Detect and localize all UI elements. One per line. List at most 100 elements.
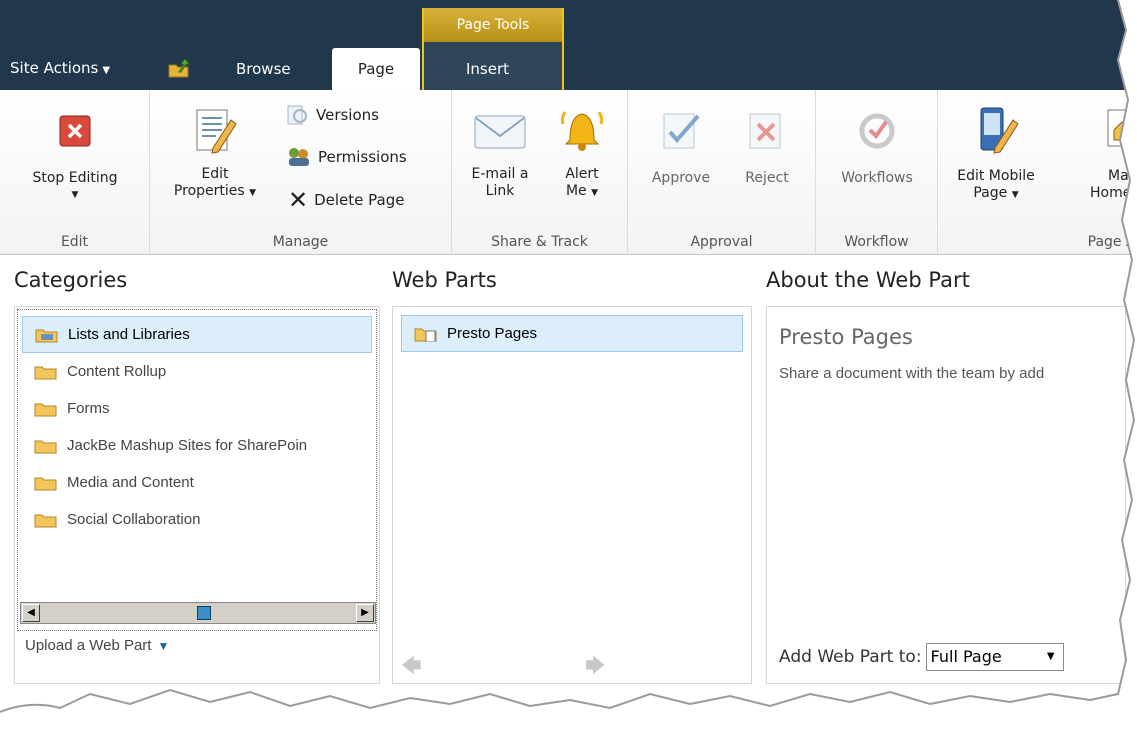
- chevron-down-icon: ▼: [1046, 651, 1055, 662]
- ribbon-group-page-actions: Edit Mobile Page ▼ Ma Home Page Ac: [938, 90, 1137, 254]
- web-part-item[interactable]: Presto Pages: [401, 315, 743, 352]
- versions-button[interactable]: Versions: [286, 104, 379, 126]
- categories-list: Lists and Libraries Content Rollup Forms…: [17, 309, 377, 631]
- category-item[interactable]: Social Collaboration: [22, 501, 372, 538]
- group-label-workflow: Workflow: [844, 234, 909, 250]
- make-homepage-button[interactable]: Ma Home: [1088, 104, 1137, 202]
- top-navigation-bar: Page Tools Site Actions ▼ Browse Page Ins…: [0, 0, 1137, 90]
- chevron-down-icon: ▼: [249, 188, 257, 198]
- alert-label-2: Me: [565, 183, 587, 199]
- folder-icon: [34, 477, 57, 490]
- chevron-down-icon: ▼: [71, 190, 79, 200]
- scroll-thumb[interactable]: [197, 606, 211, 620]
- make-home-label-1: Ma: [1108, 168, 1129, 184]
- category-item[interactable]: Media and Content: [22, 464, 372, 501]
- zone-select-value: Full Page: [930, 647, 1002, 666]
- edit-properties-icon: [196, 109, 237, 154]
- workflows-button[interactable]: Workflows: [824, 108, 930, 187]
- category-label: Media and Content: [67, 474, 194, 491]
- email-icon: [474, 115, 526, 149]
- edit-properties-label-1: Edit: [201, 166, 229, 182]
- folder-icon: [34, 514, 57, 527]
- next-arrow-icon[interactable]: 🡆: [585, 651, 606, 685]
- about-web-part-panel: Presto Pages Share a document with the t…: [766, 306, 1126, 684]
- ribbon-group-edit: Stop Editing ▼ Edit: [0, 90, 150, 254]
- group-label-edit: Edit: [60, 234, 89, 250]
- tab-insert[interactable]: Insert: [466, 48, 509, 90]
- site-actions-label: Site Actions: [10, 59, 99, 77]
- approve-button[interactable]: Approve: [638, 108, 724, 187]
- horizontal-scrollbar[interactable]: ◀ ▶: [20, 602, 376, 624]
- reject-label: Reject: [745, 170, 789, 186]
- approve-icon: [663, 113, 700, 149]
- category-label: Lists and Libraries: [68, 326, 190, 343]
- ribbon-group-workflow: Workflows Workflow: [816, 90, 938, 254]
- folder-icon: [34, 366, 57, 379]
- upload-web-part-label: Upload a Web Part: [25, 637, 152, 654]
- categories-title: Categories: [14, 268, 128, 292]
- selected-web-part-name: Presto Pages: [779, 325, 913, 349]
- delete-page-button[interactable]: ✕ Delete Page: [288, 186, 405, 214]
- category-item[interactable]: JackBe Mashup Sites for SharePoin: [22, 427, 372, 464]
- chevron-down-icon: ▼: [591, 188, 599, 198]
- tab-page[interactable]: Page: [332, 48, 420, 90]
- workflow-icon: [859, 113, 895, 149]
- category-item[interactable]: Content Rollup: [22, 353, 372, 390]
- stop-editing-label: Stop Editing: [32, 170, 118, 186]
- group-label-manage: Manage: [272, 234, 329, 250]
- stop-editing-button[interactable]: Stop Editing ▼: [10, 108, 140, 204]
- workflows-label: Workflows: [841, 170, 913, 186]
- category-item[interactable]: Lists and Libraries: [22, 316, 372, 353]
- web-parts-title: Web Parts: [392, 268, 497, 292]
- homepage-icon: [1107, 109, 1135, 147]
- mobile-edit-icon: [980, 107, 1019, 154]
- folder-icon: [34, 440, 57, 453]
- add-web-part-zone-select[interactable]: Full Page ▼: [925, 643, 1064, 671]
- categories-panel: Lists and Libraries Content Rollup Forms…: [14, 306, 380, 684]
- about-web-part-title: About the Web Part: [766, 268, 970, 292]
- ribbon: Stop Editing ▼ Edit Edit Properties ▼ Ve…: [0, 90, 1137, 255]
- versions-icon: [287, 105, 307, 125]
- chevron-down-icon: ▼: [102, 65, 111, 76]
- email-label-2: Link: [485, 183, 515, 199]
- page-tools-header: Page Tools: [424, 8, 562, 42]
- category-label: Social Collaboration: [67, 511, 201, 528]
- edit-mobile-page-button[interactable]: Edit Mobile Page ▼: [944, 104, 1048, 204]
- group-label-page-actions: Page Ac: [1087, 234, 1137, 250]
- ribbon-group-manage: Edit Properties ▼ Versions Permissions ✕…: [150, 90, 452, 254]
- alert-me-button[interactable]: Alert Me ▼: [548, 104, 616, 202]
- group-label-share-track: Share & Track: [491, 234, 588, 250]
- category-label: Content Rollup: [67, 363, 167, 380]
- group-label-approval: Approval: [690, 234, 753, 250]
- tab-browse[interactable]: Browse: [236, 48, 291, 90]
- web-part-page-icon: [414, 328, 437, 342]
- add-web-part-to-label: Add Web Part to:: [779, 647, 922, 667]
- versions-label: Versions: [316, 106, 379, 124]
- reject-icon: [749, 113, 781, 149]
- edit-properties-label-2: Properties: [173, 183, 245, 199]
- web-part-label: Presto Pages: [447, 325, 538, 342]
- make-home-label-2: Home: [1090, 185, 1132, 201]
- web-part-description: Share a document with the team by add: [779, 365, 1045, 382]
- email-link-button[interactable]: E-mail a Link: [460, 108, 540, 200]
- upload-web-part-link[interactable]: Upload a Web Part ▼: [25, 637, 169, 654]
- folder-icon: [34, 403, 57, 416]
- chevron-down-icon: ▼: [1011, 190, 1019, 200]
- permissions-button[interactable]: Permissions: [286, 146, 407, 168]
- reject-button[interactable]: Reject: [732, 108, 802, 187]
- scroll-left-arrow-icon[interactable]: ◀: [22, 604, 40, 622]
- delete-icon: ✕: [288, 186, 309, 214]
- alert-label-1: Alert: [565, 166, 599, 182]
- permissions-icon: [289, 148, 309, 166]
- permissions-label: Permissions: [318, 148, 407, 166]
- add-web-part-to-row: Add Web Part to: Full Page ▼: [779, 643, 1064, 671]
- previous-arrow-icon[interactable]: 🡄: [401, 651, 422, 685]
- scroll-right-arrow-icon[interactable]: ▶: [356, 604, 374, 622]
- edit-properties-button[interactable]: Edit Properties ▼: [160, 106, 270, 202]
- site-actions-menu[interactable]: Site Actions ▼: [10, 48, 110, 90]
- navigate-up-icon[interactable]: [168, 58, 191, 83]
- category-item[interactable]: Forms: [22, 390, 372, 427]
- category-label: Forms: [67, 400, 110, 417]
- delete-page-label: Delete Page: [314, 191, 405, 209]
- folder-icon: [35, 329, 58, 342]
